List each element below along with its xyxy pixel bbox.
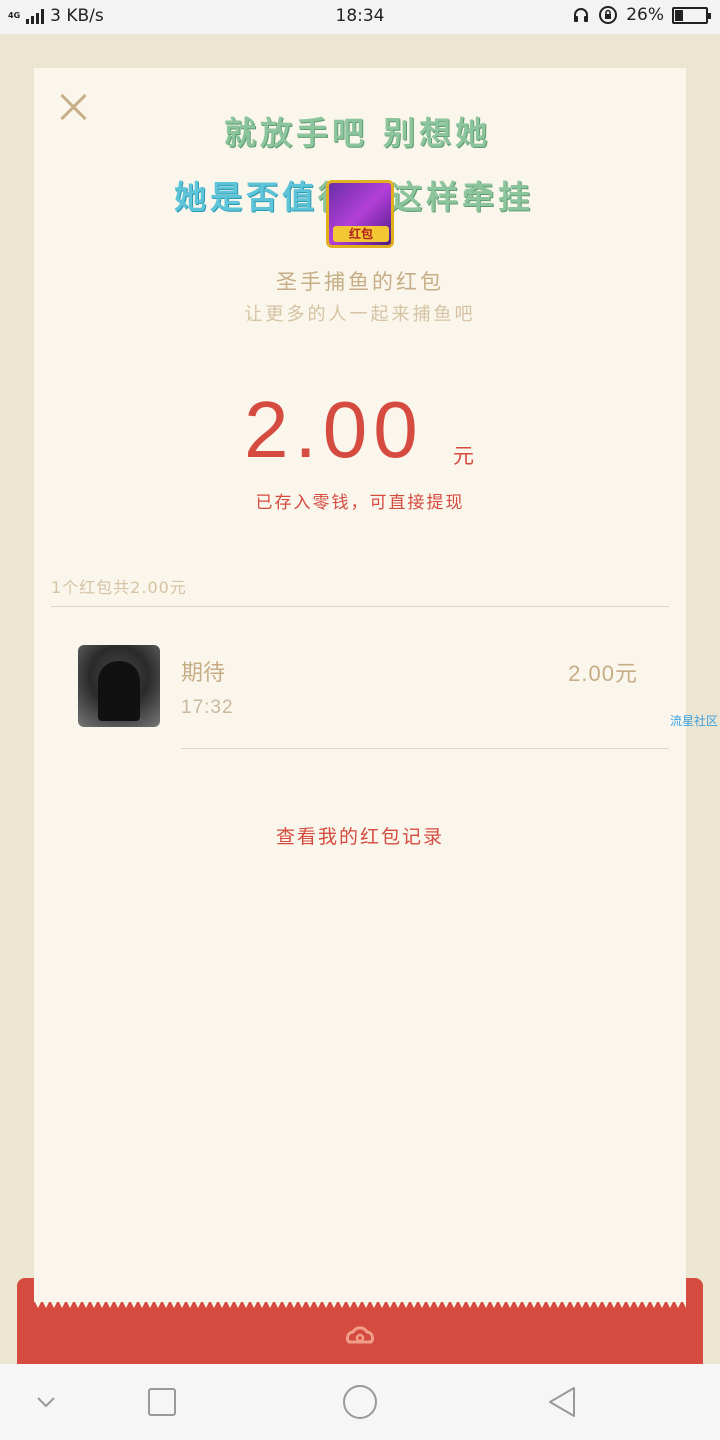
circle-home-icon[interactable] — [340, 1382, 380, 1422]
chevron-down-icon[interactable] — [28, 1384, 64, 1420]
battery-percent: 26% — [626, 5, 664, 25]
redpacket-summary: 1个红包共2.00元 — [51, 578, 187, 597]
card-zigzag-edge — [34, 1300, 686, 1308]
square-recent-icon[interactable] — [144, 1384, 180, 1420]
view-records-link[interactable]: 查看我的红包记录 — [0, 822, 720, 849]
navigation-bar — [0, 1364, 720, 1440]
receiver-amount: 2.00元 — [568, 661, 638, 686]
receiver-time: 17:32 — [181, 697, 234, 718]
sender-name-line1: 就放手吧 别想她 — [224, 114, 492, 152]
redpacket-title: 圣手捕鱼的红包 — [276, 270, 444, 294]
sender-name-line2-a: 她是否值 — [174, 178, 319, 216]
receiver-divider — [181, 748, 669, 749]
sender-avatar-badge: 红包 — [333, 226, 389, 242]
redpacket-amount: 2.00 — [244, 385, 424, 474]
watermark-text: 流星社区 — [669, 714, 718, 728]
receiver-avatar[interactable] — [78, 645, 160, 727]
summary-divider — [51, 606, 669, 607]
battery-fill — [675, 9, 683, 21]
triangle-back-icon[interactable] — [544, 1384, 580, 1420]
rotation-lock-icon — [599, 6, 618, 24]
battery-icon — [672, 6, 711, 24]
cloud-logo-icon — [345, 1326, 375, 1344]
status-right: 26% — [572, 5, 711, 25]
avatar-figure — [98, 661, 140, 721]
sender-avatar: 红包 — [326, 180, 394, 248]
close-icon[interactable] — [58, 92, 88, 122]
redpacket-subtitle: 让更多的人一起来捕鱼吧 — [244, 304, 476, 325]
receiver-name: 期待 — [181, 661, 226, 686]
status-bar: 4G 3 KB/s 18:34 26% — [0, 0, 720, 34]
headphones-icon — [574, 8, 589, 22]
redpacket-amount-unit: 元 — [453, 444, 474, 468]
redpacket-note: 已存入零钱，可直接提现 — [255, 493, 465, 513]
